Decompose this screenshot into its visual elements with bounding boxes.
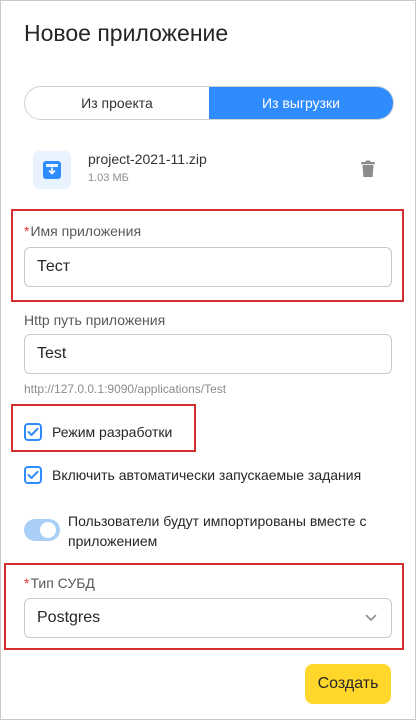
- import-users-label: Пользователи будут импортированы вместе …: [68, 513, 367, 549]
- auto-jobs-label[interactable]: Включить автоматически запускаемые задан…: [52, 467, 361, 483]
- dialog-title: Новое приложение: [24, 20, 229, 46]
- tab-from-export[interactable]: Из выгрузки: [209, 87, 393, 119]
- create-button[interactable]: Создать: [305, 664, 391, 704]
- import-users-toggle[interactable]: [24, 519, 60, 541]
- highlight-db-type: [4, 563, 404, 650]
- file-name: project-2021-11.zip: [88, 151, 207, 167]
- checkmark-icon: [27, 470, 39, 479]
- highlight-dev-mode: [11, 404, 196, 452]
- file-size: 1.03 МБ: [88, 172, 129, 184]
- archive-download-icon: [33, 151, 71, 189]
- http-path-label: Http путь приложения: [24, 312, 166, 328]
- toggle-knob: [39, 521, 57, 539]
- http-path-hint: http://127.0.0.1:9090/applications/Test: [24, 382, 227, 396]
- auto-jobs-option: Включить автоматически запускаемые задан…: [24, 466, 361, 484]
- http-path-input[interactable]: Test: [24, 334, 392, 374]
- tab-from-project[interactable]: Из проекта: [25, 87, 209, 119]
- trash-icon[interactable]: [360, 160, 376, 183]
- highlight-app-name: [11, 209, 404, 302]
- auto-jobs-checkbox[interactable]: [24, 466, 42, 484]
- source-segmented-control: Из проекта Из выгрузки: [24, 86, 394, 120]
